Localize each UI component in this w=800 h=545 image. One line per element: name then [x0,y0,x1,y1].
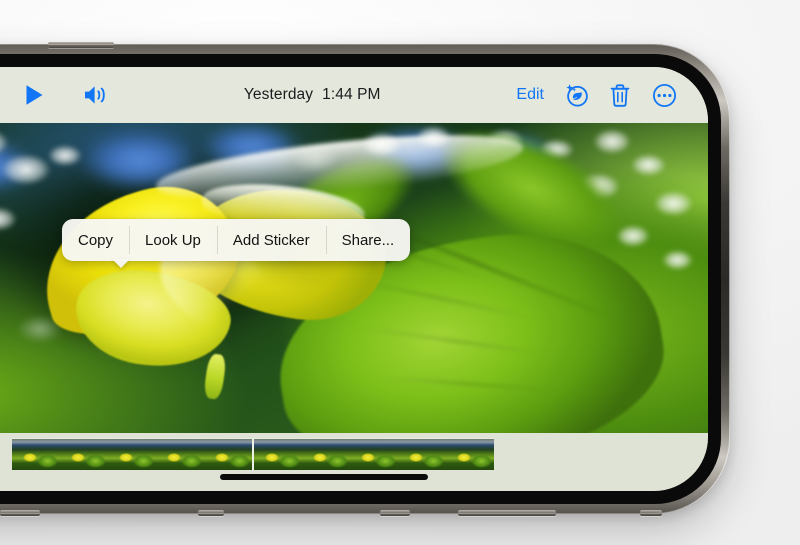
volume-toggle-button[interactable] [74,73,118,117]
list-item[interactable] [60,439,108,470]
bokeh-11 [631,154,666,176]
list-item[interactable] [12,439,60,470]
list-item[interactable] [446,439,494,470]
bokeh-18 [661,250,693,271]
antenna-line-1 [198,510,224,516]
list-item[interactable] [398,439,446,470]
home-indicator[interactable] [220,474,428,480]
context-menu: Copy Look Up Add Sticker Share... [62,219,411,261]
list-item[interactable] [204,439,252,470]
menu-item-share[interactable]: Share... [325,219,411,261]
edit-button[interactable]: Edit [506,86,554,104]
photo-image [0,123,708,433]
delete-button[interactable] [598,73,642,117]
scene-backdrop: Yesterday 1:44 PM Edit Copy Look Up Add … [0,0,800,545]
yellow-flower [25,169,394,400]
speaker-grille-right [458,510,556,516]
bokeh-10 [592,129,632,154]
antenna-line-2 [380,510,410,516]
photo-date: Yesterday [243,86,314,103]
list-item[interactable] [254,439,302,470]
play-button[interactable] [12,73,56,117]
list-item[interactable] [350,439,398,470]
iphone-device: Yesterday 1:44 PM Edit Copy Look Up Add … [0,42,730,516]
ellipsis-circle-icon [652,83,677,108]
list-item[interactable] [302,439,350,470]
antenna-line-3 [640,510,662,516]
filmstrip[interactable] [0,438,708,470]
filmstrip-gap [0,438,12,469]
list-item[interactable] [156,439,204,470]
photo-time: 1:44 PM [322,86,381,103]
bottom-bar [0,433,708,491]
speaker-wave-icon [83,84,109,106]
phone-screen: Yesterday 1:44 PM Edit Copy Look Up Add … [0,67,708,491]
visual-look-up-button[interactable] [554,73,598,117]
context-menu-caret [112,259,130,268]
play-icon [25,84,44,106]
more-options-button[interactable] [642,73,686,117]
bokeh-13 [654,191,693,216]
menu-item-add-sticker[interactable]: Add Sticker [216,219,326,261]
volume-button[interactable] [48,42,114,48]
list-item[interactable] [108,439,156,470]
menu-item-look-up[interactable]: Look Up [129,219,217,261]
speaker-grille-left [0,510,40,516]
visual-look-up-leaf-icon [563,82,590,108]
photo-toolbar: Yesterday 1:44 PM Edit [0,67,708,123]
filmstrip-selected-group[interactable] [12,438,494,470]
bokeh-2 [1,154,52,185]
menu-item-copy[interactable]: Copy [62,219,129,261]
trash-icon [609,83,631,108]
photo-datetime: Yesterday 1:44 PM [118,86,506,104]
